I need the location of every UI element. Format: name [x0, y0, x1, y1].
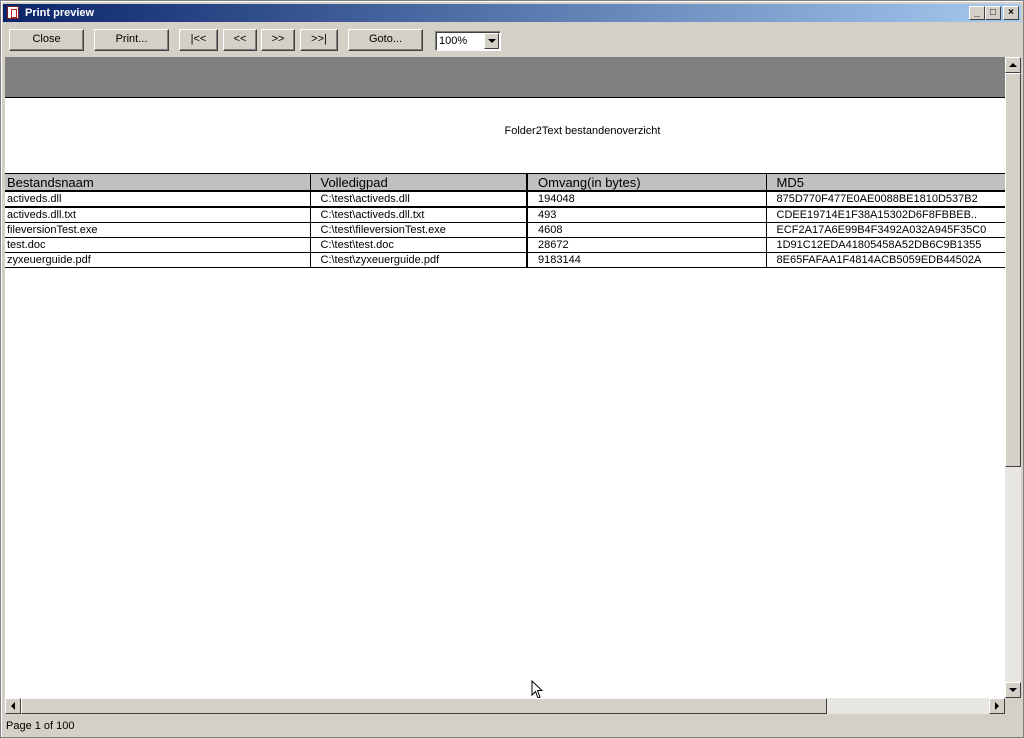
scroll-right-icon[interactable]	[989, 698, 1005, 714]
table-header-row: Bestandsnaam Volledigpad Omvang(in bytes…	[5, 173, 1005, 192]
horizontal-scroll-thumb[interactable]	[21, 698, 827, 714]
table-row: activeds.dll.txt C:\test\activeds.dll.tx…	[5, 207, 1005, 223]
close-button[interactable]: Close	[9, 29, 84, 51]
column-header-fullpath: Volledigpad	[309, 173, 527, 192]
cell-md5: CDEE19714E1F38A15302D6F8FBBEB..	[765, 207, 1005, 223]
cell-fullpath: C:\test\activeds.dll.txt	[309, 207, 527, 223]
horizontal-scrollbar[interactable]	[5, 698, 1005, 714]
cell-fullpath: C:\test\zyxeuerguide.pdf	[309, 252, 527, 268]
report-table: Bestandsnaam Volledigpad Omvang(in bytes…	[5, 173, 1005, 268]
mouse-pointer-icon	[531, 680, 544, 699]
print-button[interactable]: Print...	[94, 29, 169, 51]
cell-md5: ECF2A17A6E99B4F3492A032A945F35C0	[765, 222, 1005, 238]
column-header-size: Omvang(in bytes)	[526, 173, 766, 192]
previous-page-button[interactable]: <<	[223, 29, 257, 51]
zoom-select[interactable]: 100%	[435, 31, 501, 51]
app-icon	[7, 6, 19, 19]
cell-filename: test.doc	[5, 237, 310, 253]
minimize-icon: _	[974, 7, 980, 18]
page-header-band	[5, 58, 1005, 98]
last-page-button[interactable]: >>|	[300, 29, 338, 51]
column-header-md5: MD5	[765, 173, 1005, 192]
table-row: zyxeuerguide.pdf C:\test\zyxeuerguide.pd…	[5, 252, 1005, 268]
cell-size: 493	[526, 207, 766, 223]
cell-size: 9183144	[526, 252, 766, 268]
vertical-scroll-thumb[interactable]	[1005, 73, 1021, 467]
minimize-button[interactable]: _	[969, 6, 985, 20]
cell-size: 28672	[526, 237, 766, 253]
table-row: test.doc C:\test\test.doc 28672 1D91C12E…	[5, 237, 1005, 253]
cell-fullpath: C:\test\activeds.dll	[309, 191, 527, 208]
cell-fullpath: C:\test\fileversionTest.exe	[309, 222, 527, 238]
close-icon: ×	[1008, 7, 1014, 18]
scroll-left-icon[interactable]	[5, 698, 21, 714]
scroll-down-icon[interactable]	[1005, 682, 1021, 698]
page-indicator: Page 1 of 100	[6, 720, 75, 732]
cell-md5: 1D91C12EDA41805458A52DB6C9B1355	[765, 237, 1005, 253]
close-window-button[interactable]: ×	[1003, 6, 1019, 20]
table-row: activeds.dll C:\test\activeds.dll 194048…	[5, 191, 1005, 208]
table-row: fileversionTest.exe C:\test\fileversionT…	[5, 222, 1005, 238]
cell-filename: activeds.dll.txt	[5, 207, 310, 223]
cell-filename: activeds.dll	[5, 191, 310, 208]
cell-fullpath: C:\test\test.doc	[309, 237, 527, 253]
vertical-scrollbar[interactable]	[1005, 57, 1021, 698]
toolbar: Close Print... |<< << >> >>| Goto... 100…	[5, 27, 1021, 53]
cell-filename: fileversionTest.exe	[5, 222, 310, 238]
title-bar[interactable]: Print preview _ □ ×	[3, 4, 1021, 22]
status-bar: Page 1 of 100	[5, 717, 1021, 735]
cell-md5: 875D770F477E0AE0088BE1810D537B2	[765, 191, 1005, 208]
goto-button[interactable]: Goto...	[348, 29, 423, 51]
chevron-down-icon[interactable]	[484, 33, 499, 49]
maximize-icon: □	[989, 7, 997, 18]
preview-area[interactable]: Folder2Text bestandenoverzicht Bestandsn…	[5, 57, 1005, 699]
print-preview-window: Print preview _ □ × Close Print... |<< <…	[0, 0, 1024, 738]
cell-size: 4608	[526, 222, 766, 238]
zoom-value: 100%	[439, 35, 468, 47]
cell-filename: zyxeuerguide.pdf	[5, 252, 310, 268]
cell-size: 194048	[526, 191, 766, 208]
report-title: Folder2Text bestandenoverzicht	[504, 125, 661, 137]
column-header-filename: Bestandsnaam	[5, 173, 310, 192]
window-title: Print preview	[25, 7, 95, 19]
maximize-button[interactable]: □	[985, 6, 1001, 20]
cell-md5: 8E65FAFAA1F4814ACB5059EDB44502A	[765, 252, 1005, 268]
scroll-up-icon[interactable]	[1005, 57, 1021, 73]
first-page-button[interactable]: |<<	[179, 29, 218, 51]
scroll-corner	[1005, 698, 1021, 714]
next-page-button[interactable]: >>	[261, 29, 295, 51]
